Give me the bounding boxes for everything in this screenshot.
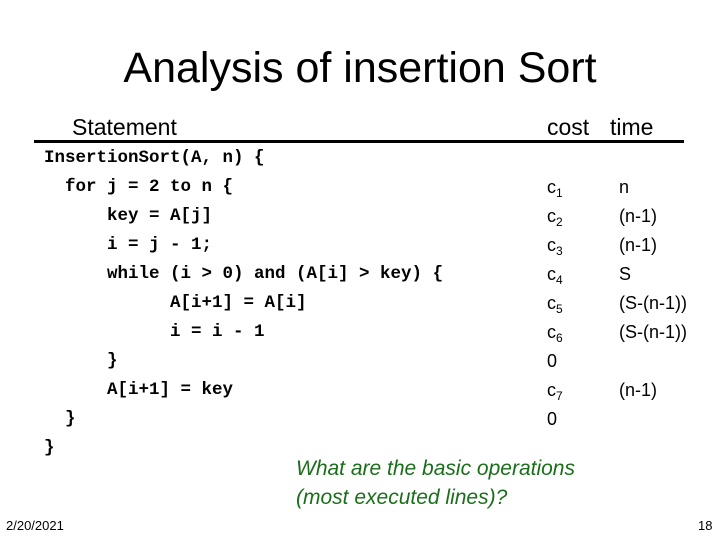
header-statement: Statement xyxy=(72,114,177,140)
time-cell: (n-1) xyxy=(619,206,658,226)
cost-base: 0 xyxy=(547,351,558,371)
cost-base: c xyxy=(547,380,556,400)
header-cost: cost xyxy=(547,114,590,140)
slide-date: 2/20/2021 xyxy=(6,518,64,533)
cost-subscript: 1 xyxy=(556,186,563,200)
time-cell: S xyxy=(619,264,632,284)
time-cell: (S-(n-1)) xyxy=(619,322,687,342)
cost-base: c xyxy=(547,293,556,313)
cost-base: c xyxy=(547,235,556,255)
time-cell: (S-(n-1)) xyxy=(619,293,687,313)
code-line: A[i+1] = A[i] xyxy=(44,293,307,313)
cost-base: c xyxy=(547,322,556,342)
cost-subscript: 5 xyxy=(556,302,563,316)
header-time: time xyxy=(610,114,654,140)
slide-title: Analysis of insertion Sort xyxy=(123,44,597,92)
code-line: InsertionSort(A, n) { xyxy=(44,148,265,168)
cost-subscript: 3 xyxy=(556,244,563,258)
cost-base: c xyxy=(547,177,556,197)
code-line: i = i - 1 xyxy=(44,322,265,342)
slide-number: 18 xyxy=(698,518,713,533)
code-line: A[i+1] = key xyxy=(44,380,234,400)
cost-subscript: 7 xyxy=(556,389,563,403)
cost-subscript: 2 xyxy=(556,215,563,229)
time-cell: n xyxy=(619,177,630,197)
question-line: What are the basic operations xyxy=(296,457,575,480)
cost-base: c xyxy=(547,264,556,284)
time-cell: (n-1) xyxy=(619,380,658,400)
code-line: } xyxy=(44,351,118,371)
code-line: } xyxy=(44,438,55,458)
code-line: i = j - 1; xyxy=(44,235,213,255)
cost-subscript: 6 xyxy=(556,331,563,345)
question-text: What are the basic operations (most exec… xyxy=(296,454,575,512)
cost-base: 0 xyxy=(547,409,558,429)
cost-subscript: 4 xyxy=(556,273,563,287)
table-header: Statement cost time xyxy=(34,112,684,143)
cost-base: c xyxy=(547,206,556,226)
code-line: for j = 2 to n { xyxy=(44,177,234,197)
cost-cell: 0 xyxy=(547,405,557,440)
code-line: key = A[j] xyxy=(44,206,213,226)
time-cell: (n-1) xyxy=(619,235,658,255)
code-line: } xyxy=(44,409,76,429)
code-line: while (i > 0) and (A[i] > key) { xyxy=(44,264,444,284)
question-line: (most executed lines)? xyxy=(296,486,508,509)
code-block: InsertionSort(A, n) { for j = 2 to n { k… xyxy=(44,144,443,458)
